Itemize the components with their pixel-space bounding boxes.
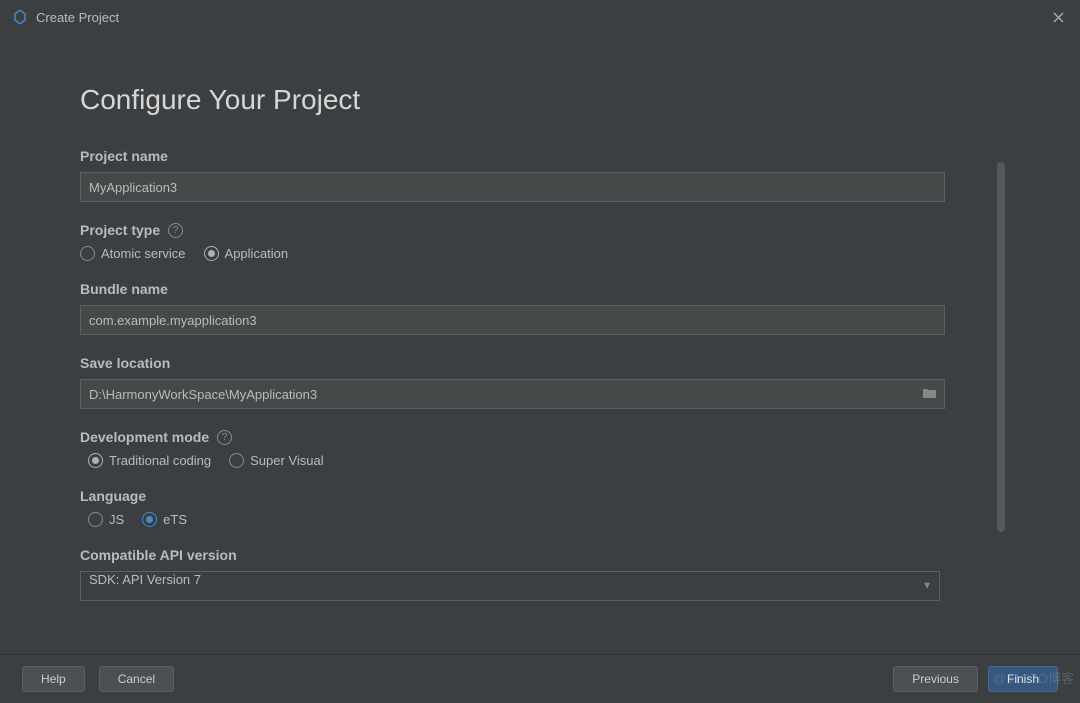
save-location-group: Save location [80,355,1000,409]
radio-label: eTS [163,512,187,527]
radio-traditional-coding[interactable]: Traditional coding [88,453,211,468]
radio-label: Super Visual [250,453,323,468]
footer: Help Cancel Previous Finish [0,654,1080,703]
bundle-name-label: Bundle name [80,281,1000,297]
close-icon[interactable] [1048,7,1068,27]
radio-application[interactable]: Application [204,246,289,261]
page-title: Configure Your Project [80,84,1000,116]
radio-icon [88,512,103,527]
window-title: Create Project [36,10,119,25]
radio-super-visual[interactable]: Super Visual [229,453,323,468]
cancel-button[interactable]: Cancel [99,666,174,692]
radio-atomic-service[interactable]: Atomic service [80,246,186,261]
radio-label: Application [225,246,289,261]
scrollbar-thumb[interactable] [997,162,1005,532]
api-version-group: Compatible API version SDK: API Version … [80,547,1000,601]
help-icon[interactable]: ? [217,430,232,445]
project-type-group: Project type ? Atomic service Applicatio… [80,222,1000,261]
radio-label: JS [109,512,124,527]
bundle-name-input[interactable] [80,305,945,335]
folder-icon[interactable] [922,386,937,402]
radio-js[interactable]: JS [88,512,124,527]
radio-icon [80,246,95,261]
main-content: Configure Your Project Project name Proj… [0,34,1080,654]
project-name-label: Project name [80,148,1000,164]
finish-button[interactable]: Finish [988,666,1058,692]
project-name-group: Project name [80,148,1000,202]
radio-icon [88,453,103,468]
save-location-label: Save location [80,355,1000,371]
titlebar: Create Project [0,0,1080,34]
language-label: Language [80,488,1000,504]
language-group: Language JS eTS [80,488,1000,527]
radio-ets[interactable]: eTS [142,512,187,527]
scrollbar[interactable] [996,162,1006,592]
project-type-label: Project type [80,222,160,238]
radio-icon [204,246,219,261]
help-icon[interactable]: ? [168,223,183,238]
save-location-input[interactable] [80,379,945,409]
api-version-select[interactable]: SDK: API Version 7 [80,571,940,601]
radio-label: Atomic service [101,246,186,261]
dev-mode-label: Development mode [80,429,209,445]
radio-label: Traditional coding [109,453,211,468]
radio-icon [229,453,244,468]
bundle-name-group: Bundle name [80,281,1000,335]
project-name-input[interactable] [80,172,945,202]
api-version-label: Compatible API version [80,547,1000,563]
help-button[interactable]: Help [22,666,85,692]
radio-icon [142,512,157,527]
previous-button[interactable]: Previous [893,666,978,692]
select-value: SDK: API Version 7 [89,572,201,587]
app-icon [12,9,28,25]
dev-mode-group: Development mode ? Traditional coding Su… [80,429,1000,468]
